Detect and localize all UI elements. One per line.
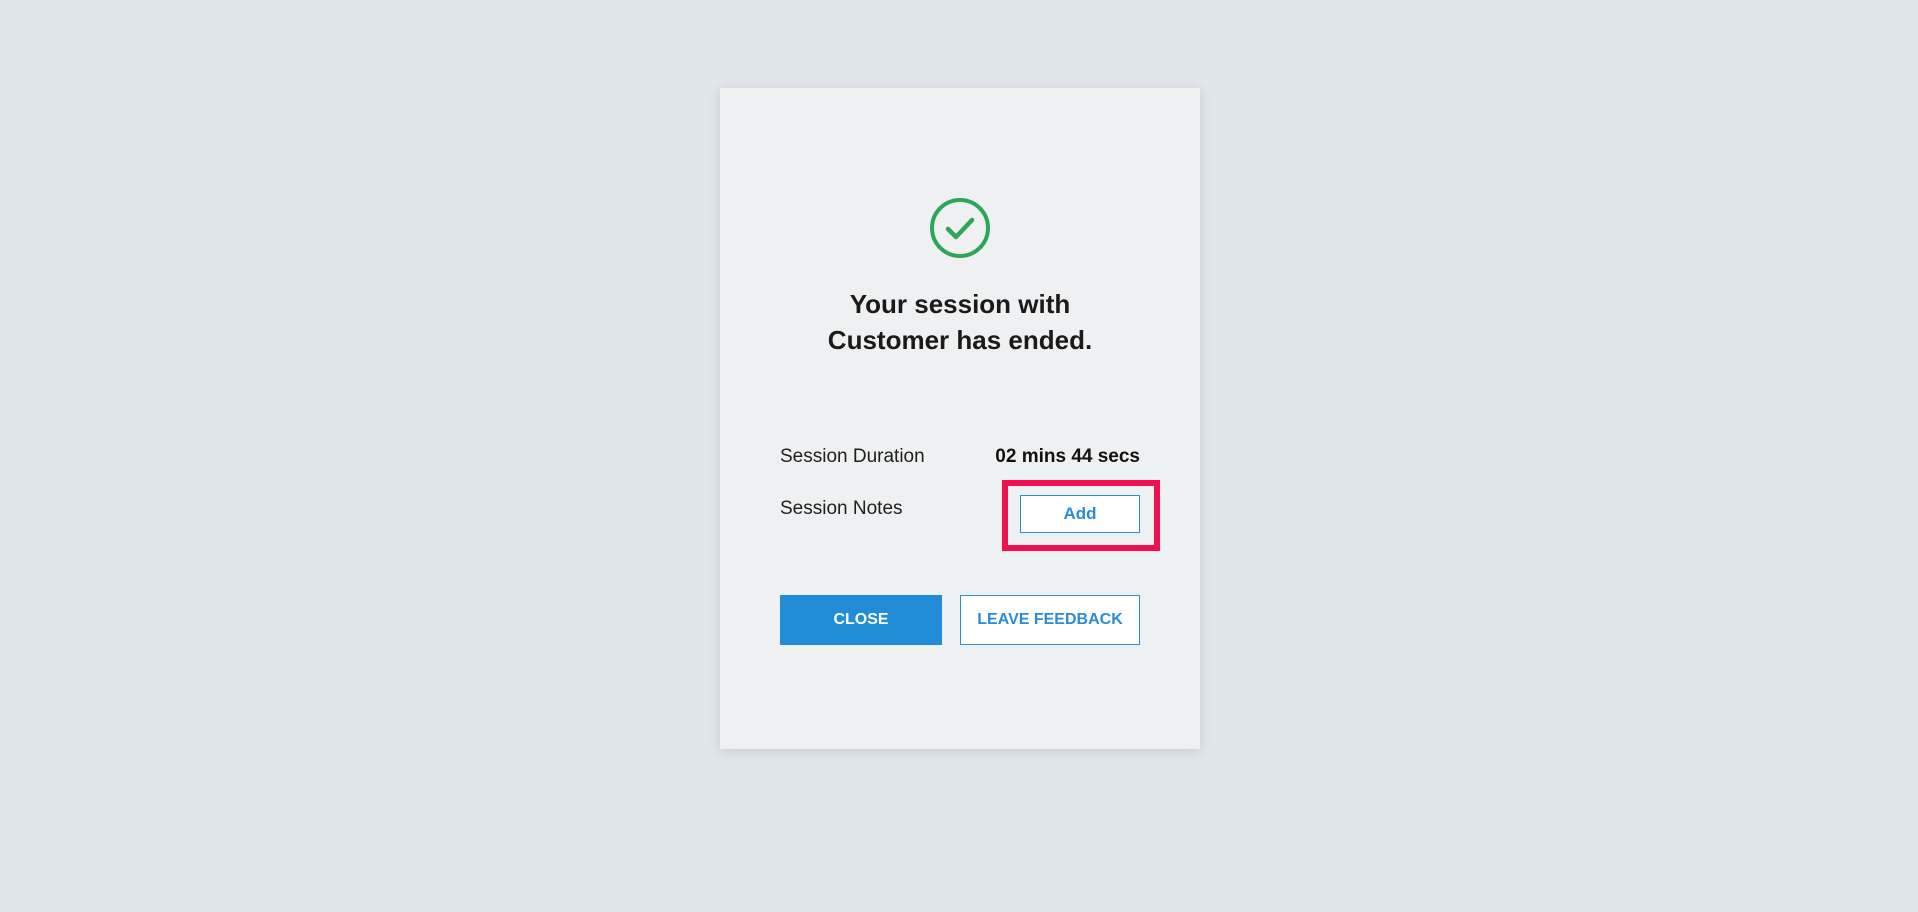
add-notes-button[interactable]: Add bbox=[1020, 495, 1140, 533]
session-notes-label: Session Notes bbox=[780, 498, 903, 519]
session-duration-label: Session Duration bbox=[780, 446, 925, 467]
session-duration-value: 02 mins 44 secs bbox=[995, 446, 1140, 467]
leave-feedback-button[interactable]: LEAVE FEEDBACK bbox=[960, 595, 1140, 645]
session-ended-dialog: Your session with Customer has ended. Se… bbox=[720, 88, 1200, 749]
check-circle-icon bbox=[930, 198, 990, 258]
title-line-1: Your session with bbox=[849, 289, 1071, 319]
close-button[interactable]: CLOSE bbox=[780, 595, 942, 645]
dialog-title: Your session with Customer has ended. bbox=[720, 286, 1200, 358]
title-line-2: Customer has ended. bbox=[827, 325, 1093, 355]
